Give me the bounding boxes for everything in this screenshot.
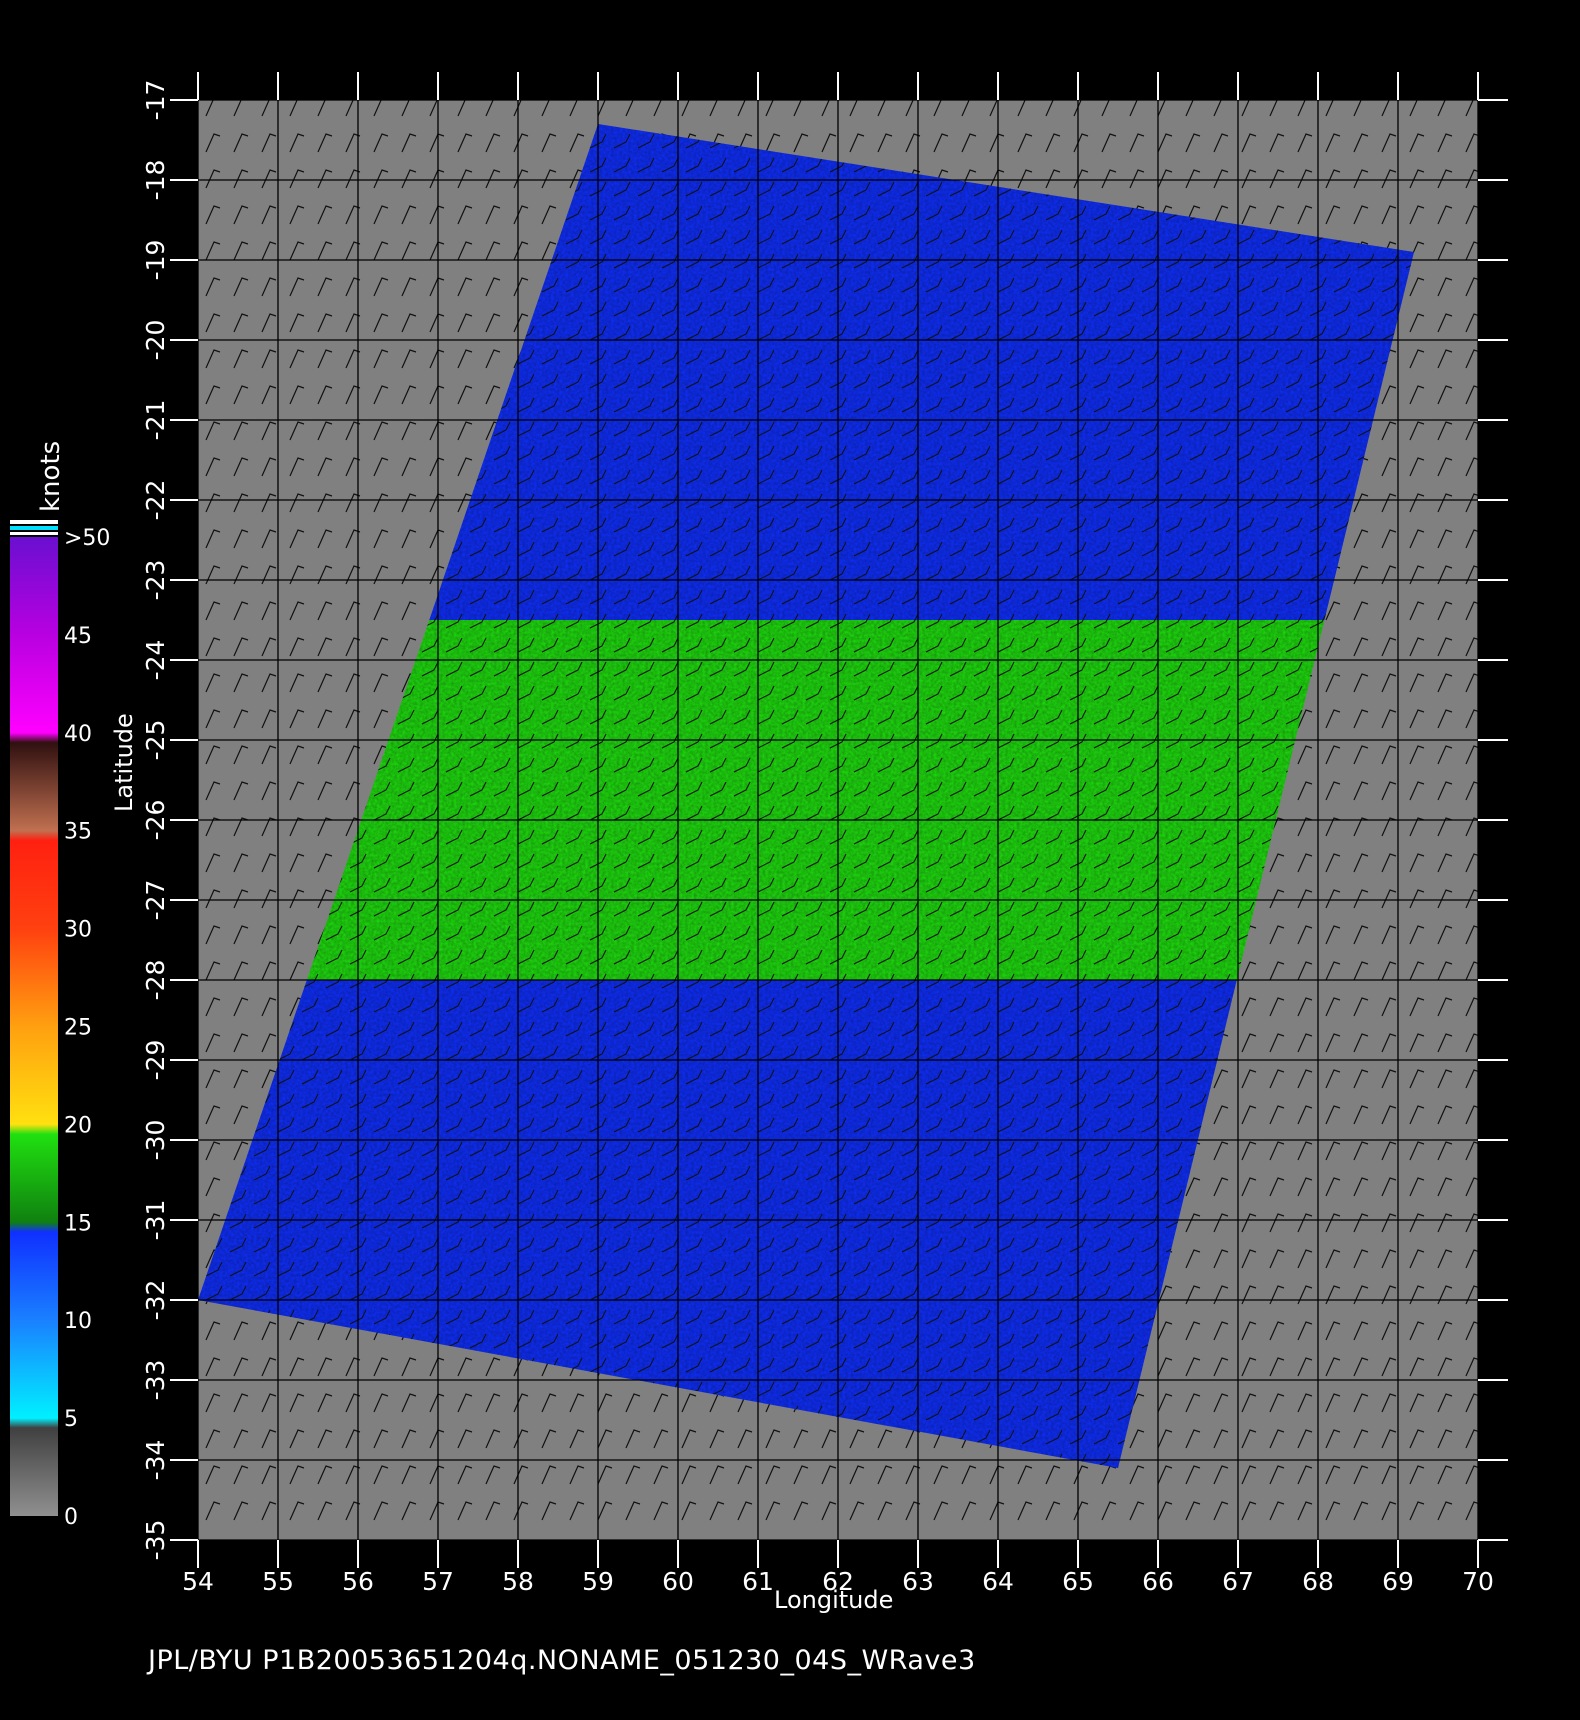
- wind-barb: [1478, 1094, 1494, 1108]
- wind-barb: [1478, 806, 1494, 820]
- wind-barb: [1478, 206, 1494, 220]
- wind-barb: [1478, 470, 1494, 484]
- wind-barb: [1478, 350, 1494, 364]
- wind-barb: [1478, 1478, 1494, 1492]
- wind-barb: [1478, 710, 1494, 724]
- wind-barb: [1478, 542, 1494, 556]
- wind-barb: [1478, 278, 1494, 292]
- wind-barb: [1478, 782, 1494, 796]
- wind-barb: [1478, 110, 1494, 124]
- wind-barb: [1478, 950, 1494, 964]
- wind-barb: [1478, 182, 1494, 196]
- wind-barb: [1478, 1022, 1494, 1036]
- wind-barb: [1478, 1430, 1494, 1444]
- wind-barb: [1478, 1382, 1494, 1396]
- wind-barb: [1478, 902, 1494, 916]
- wind-barb: [1478, 1070, 1494, 1084]
- wind-barb: [1478, 686, 1494, 700]
- wind-barb: [1478, 854, 1494, 868]
- wind-barb: [1478, 638, 1494, 652]
- wind-barb: [1478, 398, 1494, 412]
- wind-barb: [1478, 422, 1494, 436]
- wind-barb: [1478, 566, 1494, 580]
- wind-barb: [1478, 590, 1494, 604]
- wind-barb: [1478, 302, 1494, 316]
- wind-barb: [1478, 1286, 1494, 1300]
- wind-barb: [1478, 446, 1494, 460]
- wind-barb: [1478, 758, 1494, 772]
- wind-barb: [1478, 926, 1494, 940]
- wind-map-canvas: 54 55 56 57 58 59 60 61 62 63 64 65 66 67 68 69 70-17-18…: [10, 72, 1508, 1596]
- wind-barb: [1478, 1406, 1494, 1420]
- wind-barb: [1478, 614, 1494, 628]
- wind-barb: [1478, 134, 1494, 148]
- wind-barb: [1478, 830, 1494, 844]
- wind-barb: [1478, 1358, 1494, 1372]
- wind-barb: [1478, 230, 1494, 244]
- wind-barb: [1478, 998, 1494, 1012]
- wind-barb: [1478, 1142, 1494, 1156]
- wind-barb: [1478, 1118, 1494, 1132]
- wind-barb: [1478, 1310, 1494, 1324]
- wind-barb: [1478, 518, 1494, 532]
- wind-barb: [1478, 662, 1494, 676]
- wind-barb: [1478, 878, 1494, 892]
- wind-barb: [1478, 1334, 1494, 1348]
- wind-barb: [1478, 1238, 1494, 1252]
- wind-barb: [1478, 158, 1494, 172]
- wind-barb: [1478, 1166, 1494, 1180]
- wind-barb: [1478, 1046, 1494, 1060]
- wind-barb: [1478, 326, 1494, 340]
- wind-barb: [1478, 1262, 1494, 1276]
- wind-barb: [1478, 374, 1494, 388]
- wind-barb: [1478, 1190, 1494, 1204]
